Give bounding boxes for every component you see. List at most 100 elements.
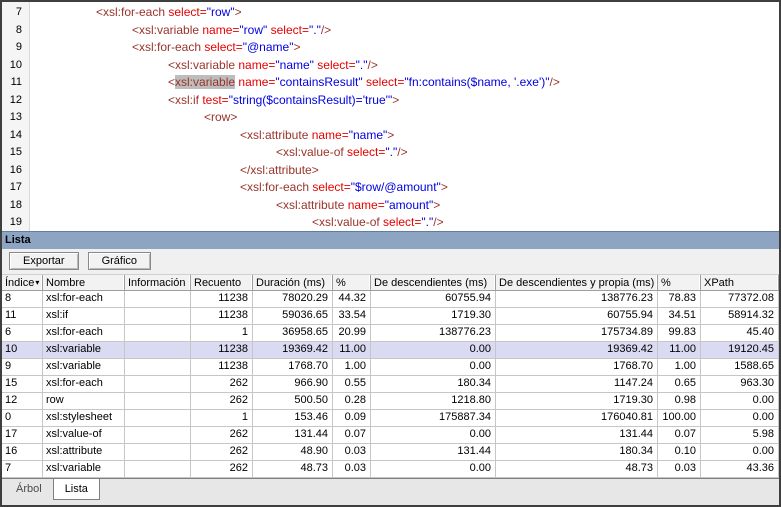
cell-indice: 8 bbox=[2, 291, 43, 307]
cell-de_descendientes_y_propia_ms: 60755.94 bbox=[496, 308, 658, 324]
cell-nombre: xsl:for-each bbox=[43, 325, 125, 341]
cell-pct2: 1.00 bbox=[658, 359, 701, 375]
cell-duracion_ms: 59036.65 bbox=[253, 308, 333, 324]
code-token: < bbox=[168, 75, 176, 89]
cell-nombre: xsl:value-of bbox=[43, 427, 125, 443]
code-token: <xsl:variable bbox=[168, 57, 239, 72]
cell-indice: 9 bbox=[2, 359, 43, 375]
table-row[interactable]: 8 xsl:for-each 11238 78020.29 44.32 60755.94 1… bbox=[2, 291, 779, 308]
line-number: 9 bbox=[15, 41, 22, 53]
table-row[interactable]: 12 row 262 500.50 0.28 1218.80 1719.30 0.98 0.00 bbox=[2, 393, 779, 410]
code-token: "name" bbox=[275, 57, 314, 72]
table-header-row: Índice ▾ Nombre Información Recuento Duración… bbox=[2, 274, 779, 291]
cell-duracion_ms: 78020.29 bbox=[253, 291, 333, 307]
code-token: <row> bbox=[204, 110, 238, 124]
column-header-informacion[interactable]: Información bbox=[125, 275, 191, 290]
code-text: <xsl:variable name="containsResult" sele… bbox=[168, 74, 560, 92]
table-row[interactable]: 10 xsl:variable 11238 19369.42 11.00 0.00 1936… bbox=[2, 342, 779, 359]
cell-pct2: 0.65 bbox=[658, 376, 701, 392]
cell-pct2: 100.00 bbox=[658, 410, 701, 426]
table-row[interactable]: 7 xsl:variable 262 48.73 0.03 0.00 48.73 0.03 43… bbox=[2, 461, 779, 478]
cell-xpath: 0.00 bbox=[701, 393, 779, 409]
cell-pct: 0.55 bbox=[333, 376, 371, 392]
cell-de_descendientes_ms: 0.00 bbox=[371, 359, 496, 375]
cell-de_descendientes_ms: 0.00 bbox=[371, 427, 496, 443]
cell-recuento: 1 bbox=[191, 410, 253, 426]
cell-de_descendientes_ms: 138776.23 bbox=[371, 325, 496, 341]
code-line-11[interactable]: 11 <xsl:variable name="containsResult" se… bbox=[2, 74, 779, 92]
cell-nombre: row bbox=[43, 393, 125, 409]
code-line-12[interactable]: 12 <xsl:if test="string($containsResult)=… bbox=[2, 92, 779, 110]
code-line-7[interactable]: 7 <xsl:for-each select="row"> bbox=[2, 4, 779, 22]
table-row[interactable]: 16 xsl:attribute 262 48.90 0.03 131.44 180.34 0… bbox=[2, 444, 779, 461]
table-row[interactable]: 9 xsl:variable 11238 1768.70 1.00 0.00 1768.70… bbox=[2, 359, 779, 376]
code-line-16[interactable]: 16 </xsl:attribute> bbox=[2, 162, 779, 180]
cell-duracion_ms: 153.46 bbox=[253, 410, 333, 426]
code-token: /> bbox=[433, 215, 444, 229]
column-header-duracion_ms[interactable]: Duración (ms) bbox=[253, 275, 333, 290]
cell-pct: 0.03 bbox=[333, 461, 371, 477]
column-header-de_descendientes_ms[interactable]: De descendientes (ms) bbox=[371, 275, 496, 290]
code-token: <xsl:if bbox=[168, 92, 203, 107]
column-header-label: Duración (ms) bbox=[256, 276, 326, 289]
tab-arbol[interactable]: Árbol bbox=[5, 479, 53, 499]
code-line-17[interactable]: 17 <xsl:for-each select="$row/@amount"> bbox=[2, 179, 779, 197]
code-text: <row> bbox=[204, 109, 237, 127]
code-token: select= bbox=[204, 40, 243, 54]
table-row[interactable]: 6 xsl:for-each 1 36958.65 20.99 138776.23 1757… bbox=[2, 325, 779, 342]
code-token: "row" bbox=[239, 22, 268, 37]
code-line-9[interactable]: 9 <xsl:for-each select="@name"> bbox=[2, 39, 779, 57]
table-row[interactable]: 11 xsl:if 11238 59036.65 33.54 1719.30 60755.9… bbox=[2, 308, 779, 325]
table-row[interactable]: 15 xsl:for-each 262 966.90 0.55 180.34 1147.24… bbox=[2, 376, 779, 393]
code-token: <xsl:attribute bbox=[276, 197, 348, 212]
cell-recuento: 262 bbox=[191, 393, 253, 409]
exportar-button[interactable]: Exportar bbox=[9, 252, 79, 270]
code-line-13[interactable]: 13 <row> bbox=[2, 109, 779, 127]
column-header-indice[interactable]: Índice ▾ bbox=[2, 275, 43, 290]
column-header-pct[interactable]: % bbox=[333, 275, 371, 290]
code-token: /> bbox=[320, 22, 332, 37]
cell-nombre: xsl:variable bbox=[43, 359, 125, 375]
code-token: select= bbox=[270, 22, 309, 37]
cell-de_descendientes_y_propia_ms: 175734.89 bbox=[496, 325, 658, 341]
panel-title: Lista bbox=[5, 234, 31, 246]
line-number: 18 bbox=[9, 198, 22, 211]
cell-de_descendientes_y_propia_ms: 1719.30 bbox=[496, 393, 658, 409]
cell-xpath: 19120.45 bbox=[701, 342, 779, 358]
code-line-19[interactable]: 19 <xsl:value-of select="."/> bbox=[2, 214, 779, 231]
view-tabs: Árbol Lista bbox=[2, 478, 779, 505]
cell-nombre: xsl:if bbox=[43, 308, 125, 324]
code-token: "$row/@amount" bbox=[350, 180, 441, 194]
tab-lista[interactable]: Lista bbox=[52, 479, 100, 500]
column-header-pct2[interactable]: % bbox=[658, 275, 701, 290]
code-token: select= bbox=[366, 75, 405, 89]
code-text: <xsl:variable name="name" select="."/> bbox=[168, 57, 378, 75]
cell-pct2: 11.00 bbox=[658, 342, 701, 358]
code-text: <xsl:if test="string($containsResult)='t… bbox=[168, 92, 399, 110]
code-editor[interactable]: 7 <xsl:for-each select="row"> 8 <xsl:variab… bbox=[2, 2, 779, 231]
column-header-label: Nombre bbox=[46, 276, 86, 289]
code-token: /> bbox=[549, 75, 560, 89]
table-row[interactable]: 0 xsl:stylesheet 1 153.46 0.09 175887.34 17604… bbox=[2, 410, 779, 427]
code-token: > bbox=[387, 127, 395, 142]
code-token: > bbox=[392, 92, 400, 107]
code-token: "." bbox=[421, 215, 434, 229]
column-header-recuento[interactable]: Recuento bbox=[191, 275, 253, 290]
cell-pct2: 0.10 bbox=[658, 444, 701, 460]
table-row[interactable]: 17 xsl:value-of 262 131.44 0.07 0.00 131.44 0.0… bbox=[2, 427, 779, 444]
code-token: name= bbox=[347, 197, 385, 212]
cell-informacion bbox=[125, 291, 191, 307]
code-line-14[interactable]: 14 <xsl:attribute name="name"> bbox=[2, 127, 779, 145]
code-line-18[interactable]: 18 <xsl:attribute name="amount"> bbox=[2, 197, 779, 215]
grafico-button[interactable]: Gráfico bbox=[87, 252, 152, 270]
column-header-xpath[interactable]: XPath bbox=[701, 275, 779, 290]
line-number: 11 bbox=[10, 76, 22, 88]
code-line-10[interactable]: 10 <xsl:variable name="name" select="."/> bbox=[2, 57, 779, 75]
cell-de_descendientes_ms: 60755.94 bbox=[371, 291, 496, 307]
code-line-15[interactable]: 15 <xsl:value-of select="."/> bbox=[2, 144, 779, 162]
column-header-nombre[interactable]: Nombre bbox=[43, 275, 125, 290]
code-text: <xsl:for-each select="@name"> bbox=[132, 39, 300, 57]
column-header-de_descendientes_y_propia_ms[interactable]: De descendientes y propia (ms) bbox=[496, 275, 658, 290]
code-line-8[interactable]: 8 <xsl:variable name="row" select="."/> bbox=[2, 22, 779, 40]
code-token: "fn:contains($name, '.exe')" bbox=[404, 75, 550, 89]
